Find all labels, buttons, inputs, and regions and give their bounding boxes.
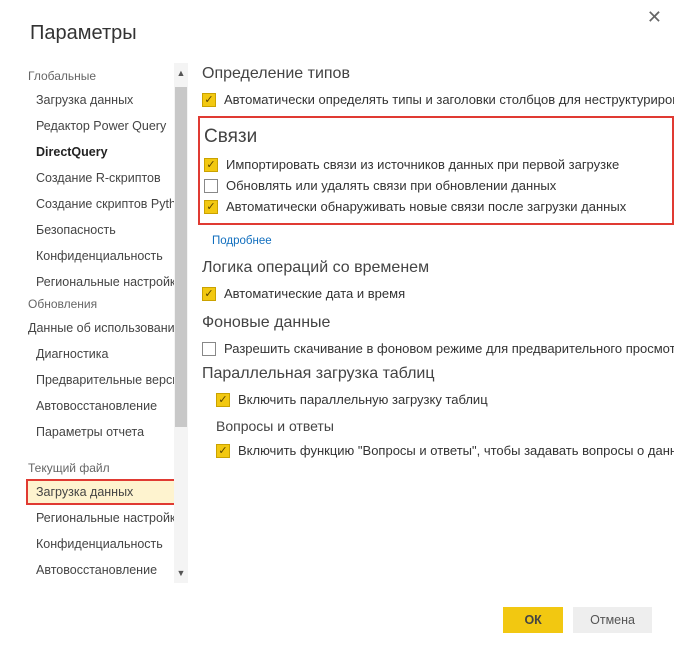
checkbox-autodetect-relations[interactable]: ✓ (204, 200, 218, 214)
nav-item-preview[interactable]: Предварительные версии функций (26, 367, 188, 393)
nav-item-file-regional[interactable]: Региональные настройки (26, 505, 188, 531)
label-import-relations: Импортировать связи из источников данных… (226, 157, 619, 172)
opt-autodetect-relations: ✓ Автоматически обнаруживать новые связи… (204, 196, 668, 217)
checkbox-import-relations[interactable]: ✓ (204, 158, 218, 172)
label-auto-datetime: Автоматические дата и время (224, 286, 405, 301)
nav-header-global: Глобальные (26, 63, 188, 87)
nav-item-usage[interactable]: Данные об использовании (26, 315, 188, 341)
ok-button[interactable]: ОК (503, 607, 563, 633)
nav-item-privacy[interactable]: Конфиденциальность (26, 243, 188, 269)
label-background-download: Разрешить скачивание в фоновом режиме дл… (224, 341, 674, 356)
nav-item-file-autorecover[interactable]: Автовосстановление (26, 557, 188, 583)
opt-auto-datetime: ✓ Автоматические дата и время (202, 283, 674, 304)
sidebar-scrollbar[interactable]: ▲ ▼ (174, 63, 188, 583)
nav-item-autorecover[interactable]: Автовосстановление (26, 393, 188, 419)
relations-highlight: Связи ✓ Импортировать связи из источнико… (198, 116, 674, 225)
content-pane: Определение типов ✓ Автоматически опреде… (188, 63, 674, 583)
nav-item-pq-editor[interactable]: Редактор Power Query (26, 113, 188, 139)
checkbox-auto-detect-types[interactable]: ✓ (202, 93, 216, 107)
section-type-detection: Определение типов (202, 63, 674, 89)
label-parallel-load: Включить параллельную загрузку таблиц (238, 392, 488, 407)
cancel-button[interactable]: Отмена (573, 607, 652, 633)
checkbox-qna[interactable]: ✓ (216, 444, 230, 458)
opt-background-download: Разрешить скачивание в фоновом режиме дл… (202, 338, 674, 359)
dialog-footer: ОК Отмена (503, 607, 652, 633)
opt-qna: ✓ Включить функцию "Вопросы и ответы", ч… (202, 440, 674, 461)
nav-item-python-scripts[interactable]: Создание скриптов Python (26, 191, 188, 217)
label-update-relations: Обновлять или удалять связи при обновлен… (226, 178, 556, 193)
checkbox-background-download[interactable] (202, 342, 216, 356)
section-background: Фоновые данные (202, 304, 674, 338)
chevron-down-icon[interactable]: ▼ (175, 565, 187, 581)
scrollbar-thumb[interactable] (175, 87, 187, 427)
nav-item-diagnostics[interactable]: Диагностика (26, 341, 188, 367)
checkbox-update-relations[interactable] (204, 179, 218, 193)
nav-item-directquery[interactable]: DirectQuery (26, 139, 188, 165)
nav-item-file-privacy[interactable]: Конфиденциальность (26, 531, 188, 557)
nav-item-report-settings[interactable]: Параметры отчета (26, 419, 188, 445)
close-icon[interactable]: ✕ (647, 8, 662, 26)
nav-item-updates[interactable]: Обновления (26, 295, 188, 315)
label-auto-detect-types: Автоматически определять типы и заголовк… (224, 92, 674, 107)
checkbox-parallel-load[interactable]: ✓ (216, 393, 230, 407)
label-autodetect-relations: Автоматически обнаруживать новые связи п… (226, 199, 626, 214)
opt-import-relations: ✓ Импортировать связи из источников данн… (204, 154, 668, 175)
nav-item-regional[interactable]: Региональные настройки (26, 269, 188, 295)
opt-parallel-load: ✓ Включить параллельную загрузку таблиц (202, 389, 674, 410)
sidebar: Глобальные Загрузка данных Редактор Powe… (26, 63, 188, 583)
link-relations-more[interactable]: Подробнее (202, 229, 674, 257)
section-parallel: Параллельная загрузка таблиц (202, 359, 674, 389)
chevron-up-icon[interactable]: ▲ (175, 65, 187, 81)
section-qna: Вопросы и ответы (202, 410, 674, 440)
dialog-title: Параметры (0, 0, 674, 63)
label-qna: Включить функцию "Вопросы и ответы", что… (238, 443, 674, 458)
nav-item-file-data-load[interactable]: Загрузка данных (26, 479, 188, 505)
nav-header-current-file: Текущий файл (26, 455, 188, 479)
section-relations: Связи (204, 124, 668, 154)
nav-item-security[interactable]: Безопасность (26, 217, 188, 243)
checkbox-auto-datetime[interactable]: ✓ (202, 287, 216, 301)
nav-item-r-scripts[interactable]: Создание R-скриптов (26, 165, 188, 191)
section-time-logic: Логика операций со временем (202, 257, 674, 283)
opt-auto-detect-types: ✓ Автоматически определять типы и заголо… (202, 89, 674, 110)
opt-update-relations: Обновлять или удалять связи при обновлен… (204, 175, 668, 196)
nav-item-data-load[interactable]: Загрузка данных (26, 87, 188, 113)
